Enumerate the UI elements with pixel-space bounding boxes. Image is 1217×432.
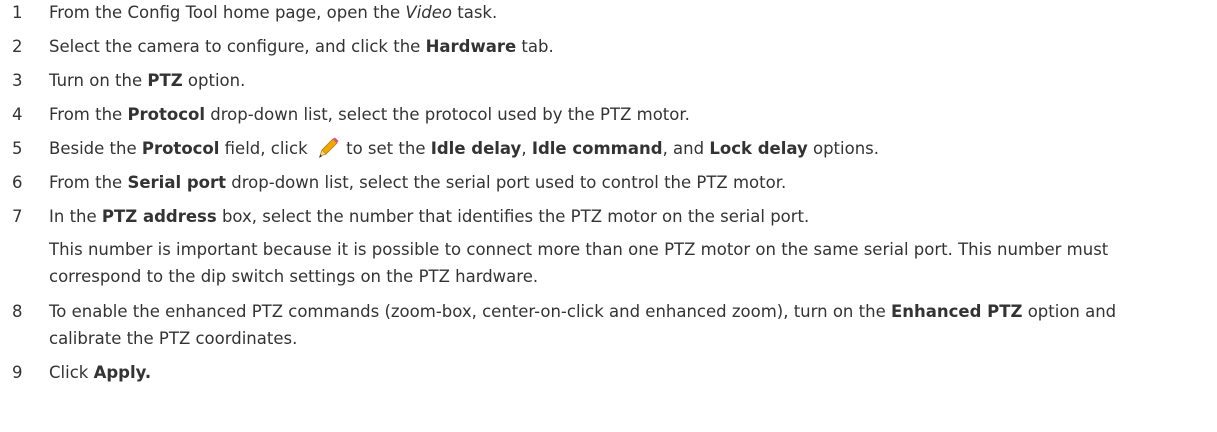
idle-delay-option: Idle delay [430, 139, 522, 158]
video-task-name: Video [405, 3, 452, 22]
apply-button-name: Apply. [93, 363, 152, 382]
step-number: 2 [12, 37, 23, 56]
step-7: 7 In the PTZ address box, select the num… [0, 200, 1217, 234]
step-text: To enable the enhanced PTZ commands (zoo… [49, 302, 1117, 348]
idle-command-option: Idle command [531, 139, 663, 158]
protocol-field-name: Protocol [127, 105, 206, 124]
step-2: 2 Select the camera to configure, and cl… [0, 30, 1217, 64]
step-text: In the PTZ address box, select the numbe… [49, 207, 810, 226]
step-5: 5 Beside the Protocol field, click to se… [0, 132, 1217, 166]
procedure-steps: 1 From the Config Tool home page, open t… [0, 0, 1217, 390]
step-number: 5 [12, 139, 23, 158]
step-number: 3 [12, 71, 23, 90]
ptz-option-name: PTZ [147, 71, 183, 90]
step-number: 4 [12, 105, 23, 124]
step-number: 7 [12, 207, 23, 226]
hardware-tab-name: Hardware [425, 37, 517, 56]
step-text: Turn on the PTZ option. [49, 71, 246, 90]
step-1: 1 From the Config Tool home page, open t… [0, 0, 1217, 30]
lock-delay-option: Lock delay [709, 139, 808, 158]
step-number: 9 [12, 363, 23, 382]
step-9: 9 Click Apply. [0, 356, 1217, 390]
step-6: 6 From the Serial port drop-down list, s… [0, 166, 1217, 200]
ptz-address-field-name: PTZ address [101, 207, 217, 226]
step-text: From the Config Tool home page, open the… [49, 3, 498, 22]
pencil-icon [314, 137, 340, 159]
enhanced-ptz-option-name: Enhanced PTZ [890, 302, 1023, 321]
step-text: From the Serial port drop-down list, sel… [49, 173, 787, 192]
step-number: 1 [12, 3, 23, 22]
step-3: 3 Turn on the PTZ option. [0, 64, 1217, 98]
step-4: 4 From the Protocol drop-down list, sele… [0, 98, 1217, 132]
serial-port-field-name: Serial port [127, 173, 227, 192]
step-number: 6 [12, 173, 23, 192]
step-text: Select the camera to configure, and clic… [49, 37, 554, 56]
step-text: From the Protocol drop-down list, select… [49, 105, 690, 124]
step-number: 8 [12, 302, 23, 321]
protocol-field-name: Protocol [141, 139, 220, 158]
step-text: Beside the Protocol field, click to set … [49, 137, 879, 159]
step-text: Click Apply. [49, 363, 152, 382]
step-7-note: This number is important because it is p… [49, 240, 1109, 286]
step-8: 8 To enable the enhanced PTZ commands (z… [0, 295, 1217, 356]
